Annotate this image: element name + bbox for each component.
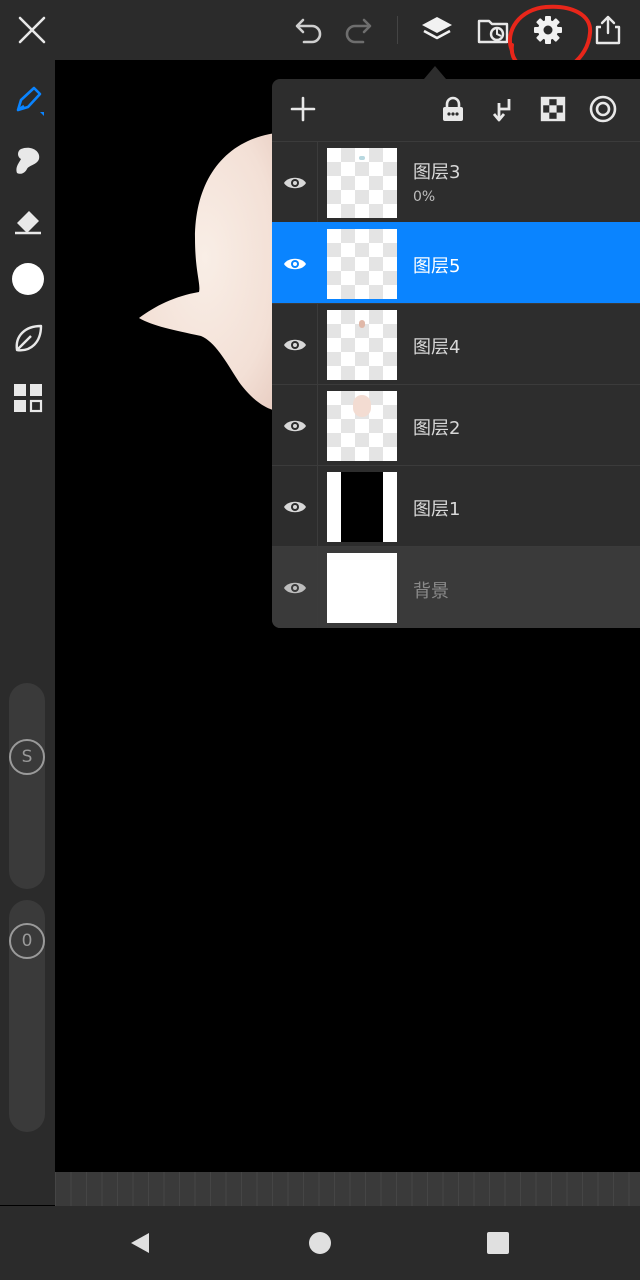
eye-icon — [283, 582, 306, 594]
grid-icon[interactable] — [6, 376, 50, 420]
settings-icon[interactable] — [526, 8, 570, 52]
eye-icon — [283, 501, 306, 512]
blend-mode-icon[interactable] — [583, 89, 623, 129]
opacity-slider[interactable]: 0 — [9, 900, 45, 1132]
home-icon[interactable] — [298, 1225, 342, 1261]
visibility-toggle[interactable] — [272, 547, 318, 628]
eye-icon — [283, 420, 306, 431]
layer-row[interactable]: 图层1 — [272, 465, 640, 547]
layer-row-selected[interactable]: 图层5 — [272, 222, 640, 304]
layer-thumbnail — [327, 472, 397, 542]
opacity-slider-knob[interactable]: 0 — [9, 923, 45, 959]
visibility-toggle[interactable] — [272, 466, 318, 547]
layer-row[interactable]: 图层4 — [272, 303, 640, 385]
share-icon[interactable] — [586, 8, 630, 52]
layer-opacity: 0% — [413, 189, 436, 205]
layer-thumbnail — [327, 391, 397, 461]
eye-icon — [283, 177, 306, 188]
timeline-strip[interactable] — [55, 1172, 640, 1206]
layer-name: 图层1 — [413, 499, 461, 520]
layer-row[interactable]: 图层2 — [272, 384, 640, 466]
eraser-icon[interactable] — [6, 198, 50, 242]
layer-thumbnail — [327, 229, 397, 299]
left-toolbar: S 0 — [0, 60, 55, 1205]
layers-panel: 图层3 0% 图层5 图层4 图层2 图层1 背景 — [272, 79, 640, 628]
redo-icon[interactable] — [336, 8, 380, 52]
eye-icon — [283, 339, 306, 350]
lock-icon[interactable] — [433, 89, 473, 129]
size-slider-knob[interactable]: S — [9, 739, 45, 775]
merge-down-icon[interactable] — [483, 89, 523, 129]
toolbar-divider — [397, 16, 398, 44]
visibility-toggle[interactable] — [272, 385, 318, 466]
recents-icon[interactable] — [476, 1225, 520, 1261]
layers-icon[interactable] — [415, 8, 459, 52]
layer-name: 图层3 — [413, 162, 461, 183]
color-icon[interactable] — [6, 257, 50, 301]
smudge-icon[interactable] — [6, 138, 50, 182]
top-toolbar — [0, 0, 640, 60]
undo-icon[interactable] — [287, 8, 331, 52]
brush-icon[interactable] — [6, 78, 50, 122]
close-icon[interactable] — [10, 8, 54, 52]
layer-name: 背景 — [413, 581, 449, 602]
size-slider[interactable]: S — [9, 683, 45, 889]
layer-row[interactable]: 图层3 0% — [272, 141, 640, 223]
eye-icon — [283, 258, 306, 269]
layer-name: 图层5 — [413, 256, 461, 277]
gallery-icon[interactable] — [471, 8, 515, 52]
layer-thumbnail — [327, 553, 397, 623]
add-layer-icon[interactable] — [283, 89, 323, 129]
visibility-toggle[interactable] — [272, 223, 318, 304]
layer-thumbnail — [327, 148, 397, 218]
layer-thumbnail — [327, 310, 397, 380]
visibility-toggle[interactable] — [272, 142, 318, 223]
background-layer-row[interactable]: 背景 — [272, 546, 640, 628]
transparency-icon[interactable] — [533, 89, 573, 129]
visibility-toggle[interactable] — [272, 304, 318, 385]
panel-pointer — [424, 66, 446, 79]
back-icon[interactable] — [118, 1225, 162, 1261]
system-nav-bar — [0, 1206, 640, 1280]
leaf-icon[interactable] — [6, 317, 50, 361]
layer-name: 图层4 — [413, 337, 461, 358]
layers-panel-header — [272, 79, 640, 141]
layer-name: 图层2 — [413, 418, 461, 439]
